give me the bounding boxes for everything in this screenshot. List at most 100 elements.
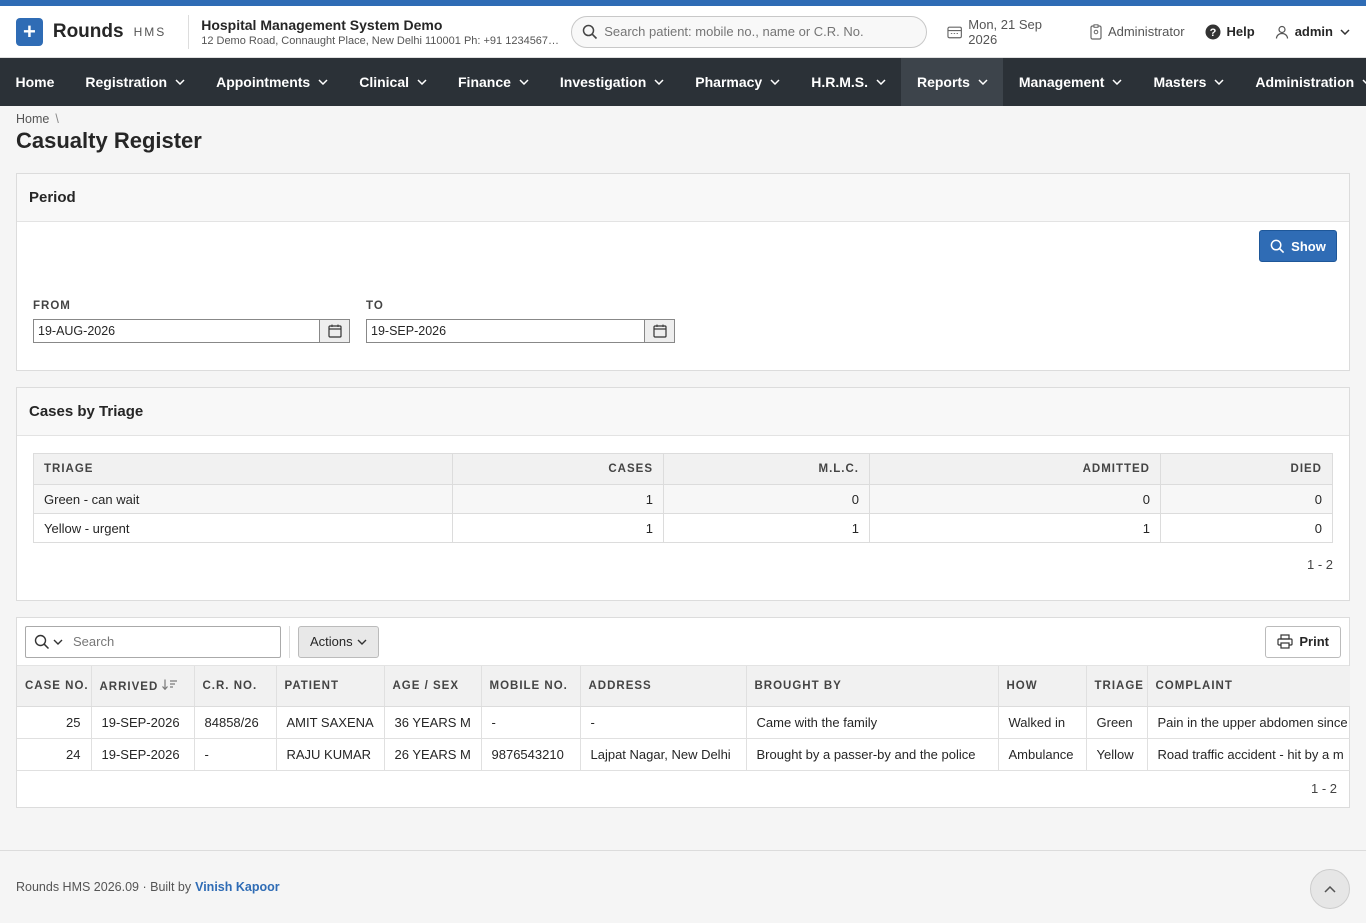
table-row[interactable]: 24 19-SEP-2026 - RAJU KUMAR 26 YEARS M 9… (17, 738, 1350, 771)
table-cell: 0 (1160, 513, 1333, 543)
table-cell: 0 (663, 484, 870, 514)
show-label: Show (1291, 238, 1326, 254)
from-calendar-button[interactable] (319, 319, 350, 343)
nav-item-registration[interactable]: Registration (70, 58, 201, 106)
table-cell: Green (1086, 706, 1148, 739)
table-cell: AMIT SAXENA (276, 706, 385, 739)
footer: Rounds HMS 2026.09 · Built by Vinish Kap… (0, 850, 1366, 923)
cases-table-wrap[interactable]: CASE NO. ARRIVED C.R. NO. PATIENT AGE / … (17, 666, 1350, 771)
user-role-text: Administrator (1107, 24, 1185, 39)
table-cell: 1 (452, 513, 664, 543)
chevron-down-icon (1112, 79, 1122, 85)
user-menu[interactable]: admin (1275, 24, 1350, 39)
nav-item-clinical[interactable]: Clinical (344, 58, 443, 106)
nav-item-pharmacy[interactable]: Pharmacy (680, 58, 796, 106)
table-row[interactable]: 25 19-SEP-2026 84858/26 AMIT SAXENA 36 Y… (17, 706, 1350, 739)
table-cell: Walked in (998, 706, 1087, 739)
search-icon (1270, 239, 1285, 253)
nav-item-h-r-m-s[interactable]: H.R.M.S. (796, 58, 902, 106)
toolbar-divider (289, 625, 290, 658)
print-button[interactable]: Print (1265, 625, 1341, 658)
cases-col-header-arrived[interactable]: ARRIVED (91, 666, 195, 707)
table-cell: 26 YEARS M (384, 738, 482, 771)
table-cell: 0 (1160, 484, 1333, 514)
cases-col-header[interactable]: ADDRESS (580, 666, 747, 707)
cases-col-header[interactable]: HOW (998, 666, 1087, 707)
actions-button[interactable]: Actions (298, 625, 379, 658)
table-cell: Yellow - urgent (33, 513, 453, 543)
triage-col-header[interactable]: ADMITTED (869, 453, 1161, 485)
triage-col-header[interactable]: CASES (452, 453, 664, 485)
search-icon (34, 634, 50, 649)
nav-item-reports[interactable]: Reports (901, 58, 1004, 106)
nav-item-finance[interactable]: Finance (443, 58, 545, 106)
chevron-down-icon (978, 79, 988, 85)
sort-descending-icon (162, 679, 178, 690)
nav-item-home[interactable]: Home (0, 58, 70, 106)
from-date-input[interactable]: 19-AUG-2026 (33, 319, 319, 343)
help-label: Help (1226, 24, 1255, 39)
cases-search-box[interactable]: Search (25, 625, 281, 658)
cases-col-header[interactable]: AGE / SEX (384, 666, 482, 707)
show-button[interactable]: Show (1259, 230, 1337, 262)
nav-item-appointments[interactable]: Appointments (201, 58, 344, 106)
table-cell: 1 (869, 513, 1161, 543)
footer-text: Rounds HMS 2026.09 · Built by (16, 880, 192, 894)
cases-col-header[interactable]: CASE NO. (17, 666, 92, 707)
main-content: Home \ Casualty Register Period Show FROM… (0, 106, 1366, 808)
triage-col-header[interactable]: DIED (1160, 453, 1333, 485)
app-header: + Rounds HMS Hospital Management System … (0, 6, 1366, 58)
scroll-to-top-button[interactable] (1310, 869, 1350, 909)
table-cell: 84858/26 (194, 706, 277, 739)
user-role[interactable]: Administrator (1090, 23, 1185, 40)
nav-item-investigation[interactable]: Investigation (544, 58, 679, 106)
badge-icon (1090, 23, 1102, 40)
cases-col-header[interactable]: MOBILE NO. (481, 666, 581, 707)
table-cell: Green - can wait (33, 484, 453, 514)
patient-search-box[interactable] (571, 15, 927, 48)
nav-item-administration[interactable]: Administration (1240, 58, 1366, 106)
cases-col-header[interactable]: C.R. NO. (194, 666, 277, 707)
table-cell: Yellow (1086, 738, 1148, 771)
logo-icon[interactable]: + (16, 17, 43, 46)
to-label: TO (366, 300, 384, 312)
nav-item-label: Home (15, 74, 55, 90)
cases-search-placeholder[interactable]: Search (73, 634, 114, 649)
table-cell: Came with the family (746, 706, 999, 739)
hospital-info: Hospital Management System Demo 12 Demo … (201, 17, 563, 47)
cases-col-header[interactable]: PATIENT (276, 666, 385, 707)
chevron-down-icon (654, 79, 664, 85)
chevron-down-icon[interactable] (53, 639, 63, 645)
to-date-input[interactable]: 19-SEP-2026 (366, 319, 644, 343)
help-link[interactable]: ? Help (1205, 24, 1255, 40)
actions-label: Actions (310, 634, 353, 649)
search-icon (582, 24, 598, 39)
to-calendar-button[interactable] (644, 319, 675, 343)
cases-table: CASE NO. ARRIVED C.R. NO. PATIENT AGE / … (17, 666, 1350, 771)
printer-icon (1277, 634, 1293, 649)
table-cell: 24 (17, 738, 92, 771)
cases-col-header[interactable]: COMPLAINT (1147, 666, 1350, 707)
from-label: FROM (33, 300, 71, 312)
table-cell: 1 (663, 513, 870, 543)
patient-search-input[interactable] (604, 24, 916, 39)
nav-item-label: Clinical (359, 74, 409, 90)
chevron-down-icon (417, 79, 427, 85)
nav-item-label: H.R.M.S. (811, 74, 868, 90)
print-label: Print (1299, 634, 1329, 649)
page-title: Casualty Register (16, 128, 202, 153)
breadcrumb-home[interactable]: Home (16, 112, 49, 126)
nav-item-masters[interactable]: Masters (1138, 58, 1240, 106)
nav-item-management[interactable]: Management (1003, 58, 1138, 106)
table-row: Green - can wait 1 0 0 0 (33, 484, 1333, 514)
cases-col-header[interactable]: TRIAGE (1086, 666, 1148, 707)
triage-col-header[interactable]: M.L.C. (663, 453, 870, 485)
brand-name[interactable]: Rounds (53, 21, 124, 43)
calendar-icon (327, 324, 342, 338)
nav-item-label: Administration (1255, 74, 1355, 90)
cases-card: Search Actions Print CASE NO. ARRIVED C.… (16, 617, 1350, 808)
nav-item-label: Reports (916, 74, 970, 90)
triage-col-header[interactable]: TRIAGE (33, 453, 453, 485)
cases-col-header[interactable]: BROUGHT BY (746, 666, 999, 707)
footer-author-link[interactable]: Vinish Kapoor (195, 880, 280, 894)
